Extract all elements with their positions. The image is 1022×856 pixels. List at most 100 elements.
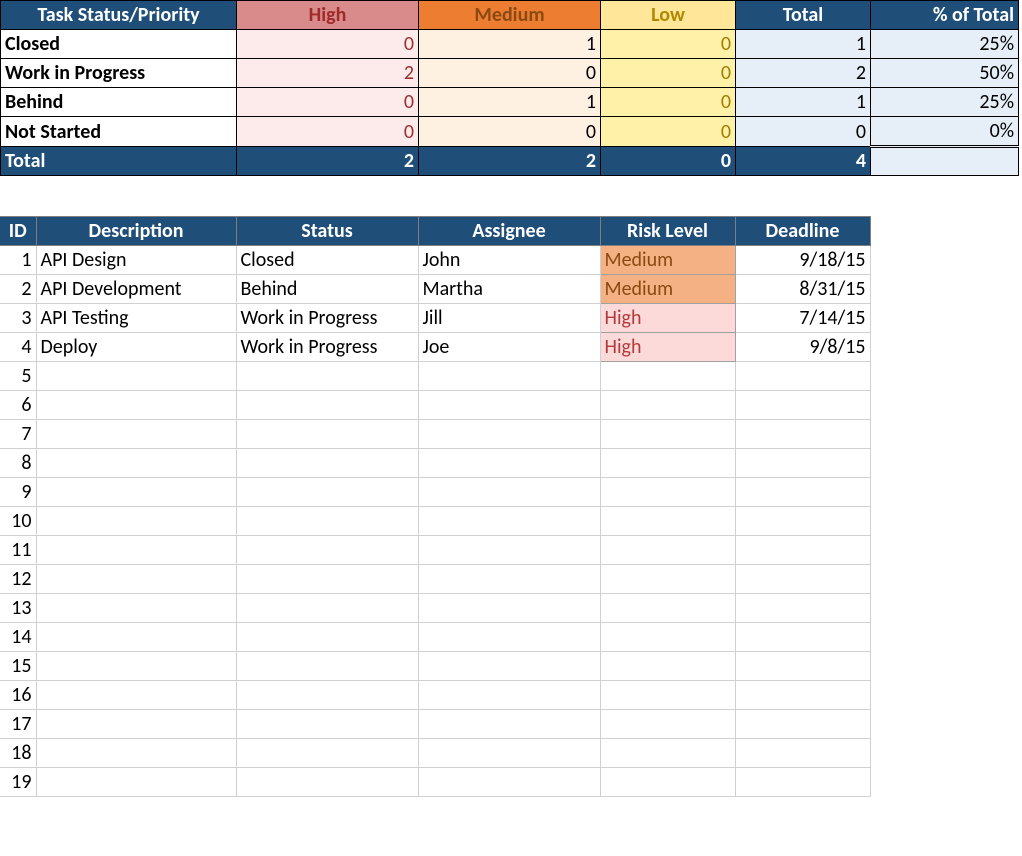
detail-cell-risk[interactable] <box>600 652 735 681</box>
summary-cell-low[interactable]: 0 <box>601 30 736 59</box>
detail-cell-assignee[interactable]: Jill <box>418 304 600 333</box>
detail-cell-deadline[interactable] <box>735 507 870 536</box>
detail-cell-deadline[interactable] <box>735 710 870 739</box>
detail-cell-risk[interactable] <box>600 681 735 710</box>
detail-cell-description[interactable]: Deploy <box>36 333 236 362</box>
detail-cell-assignee[interactable] <box>418 565 600 594</box>
detail-cell-id[interactable]: 8 <box>0 449 36 478</box>
detail-cell-risk[interactable] <box>600 623 735 652</box>
detail-cell-deadline[interactable] <box>735 449 870 478</box>
detail-cell-deadline[interactable] <box>735 391 870 420</box>
detail-cell-deadline[interactable] <box>735 565 870 594</box>
detail-cell-description[interactable] <box>36 768 236 797</box>
detail-cell-status[interactable]: Closed <box>236 246 418 275</box>
detail-cell-id[interactable]: 14 <box>0 623 36 652</box>
summary-cell-medium[interactable]: 1 <box>419 88 601 117</box>
detail-cell-status[interactable] <box>236 739 418 768</box>
detail-cell-id[interactable]: 18 <box>0 739 36 768</box>
detail-cell-risk[interactable]: Medium <box>600 246 735 275</box>
detail-cell-assignee[interactable] <box>418 536 600 565</box>
detail-cell-risk[interactable] <box>600 507 735 536</box>
detail-cell-assignee[interactable] <box>418 362 600 391</box>
detail-cell-description[interactable] <box>36 420 236 449</box>
detail-cell-status[interactable] <box>236 768 418 797</box>
summary-cell-high[interactable]: 0 <box>237 30 419 59</box>
detail-cell-id[interactable]: 6 <box>0 391 36 420</box>
detail-cell-status[interactable] <box>236 623 418 652</box>
detail-cell-status[interactable] <box>236 507 418 536</box>
detail-cell-status[interactable] <box>236 681 418 710</box>
detail-cell-status[interactable] <box>236 391 418 420</box>
detail-cell-status[interactable]: Work in Progress <box>236 333 418 362</box>
detail-cell-assignee[interactable] <box>418 652 600 681</box>
detail-cell-risk[interactable]: High <box>600 304 735 333</box>
summary-cell-medium[interactable]: 1 <box>419 30 601 59</box>
detail-cell-description[interactable] <box>36 391 236 420</box>
summary-cell-low[interactable]: 0 <box>601 88 736 117</box>
detail-cell-id[interactable]: 4 <box>0 333 36 362</box>
detail-cell-description[interactable] <box>36 710 236 739</box>
detail-cell-id[interactable]: 12 <box>0 565 36 594</box>
detail-cell-description[interactable]: API Development <box>36 275 236 304</box>
detail-cell-assignee[interactable] <box>418 623 600 652</box>
detail-cell-id[interactable]: 19 <box>0 768 36 797</box>
detail-cell-deadline[interactable]: 8/31/15 <box>735 275 870 304</box>
detail-cell-description[interactable]: API Testing <box>36 304 236 333</box>
detail-cell-status[interactable] <box>236 536 418 565</box>
summary-cell-low[interactable]: 0 <box>601 59 736 88</box>
detail-cell-id[interactable]: 15 <box>0 652 36 681</box>
detail-cell-assignee[interactable] <box>418 594 600 623</box>
summary-cell-total[interactable]: 1 <box>736 88 871 117</box>
detail-cell-description[interactable] <box>36 565 236 594</box>
detail-cell-risk[interactable] <box>600 710 735 739</box>
summary-cell-medium[interactable]: 0 <box>419 117 601 147</box>
summary-cell-total[interactable]: 2 <box>736 59 871 88</box>
detail-cell-description[interactable] <box>36 594 236 623</box>
detail-cell-risk[interactable] <box>600 768 735 797</box>
summary-cell-pct[interactable]: 50% <box>871 59 1019 88</box>
detail-cell-description[interactable] <box>36 623 236 652</box>
detail-cell-risk[interactable] <box>600 362 735 391</box>
detail-cell-id[interactable]: 17 <box>0 710 36 739</box>
detail-cell-description[interactable]: API Design <box>36 246 236 275</box>
detail-cell-assignee[interactable] <box>418 710 600 739</box>
detail-cell-deadline[interactable]: 9/8/15 <box>735 333 870 362</box>
detail-cell-assignee[interactable]: Martha <box>418 275 600 304</box>
detail-cell-deadline[interactable] <box>735 362 870 391</box>
detail-cell-deadline[interactable] <box>735 536 870 565</box>
detail-cell-risk[interactable] <box>600 449 735 478</box>
detail-cell-risk[interactable]: Medium <box>600 275 735 304</box>
summary-cell-total[interactable]: 1 <box>736 30 871 59</box>
detail-cell-description[interactable] <box>36 362 236 391</box>
detail-cell-assignee[interactable] <box>418 420 600 449</box>
summary-cell-pct[interactable]: 25% <box>871 30 1019 59</box>
detail-cell-id[interactable]: 11 <box>0 536 36 565</box>
detail-cell-deadline[interactable]: 9/18/15 <box>735 246 870 275</box>
detail-cell-status[interactable] <box>236 565 418 594</box>
detail-cell-id[interactable]: 3 <box>0 304 36 333</box>
detail-cell-description[interactable] <box>36 739 236 768</box>
detail-cell-risk[interactable] <box>600 594 735 623</box>
detail-cell-description[interactable] <box>36 507 236 536</box>
detail-cell-id[interactable]: 1 <box>0 246 36 275</box>
summary-cell-high[interactable]: 0 <box>237 117 419 147</box>
summary-cell-pct[interactable]: 0% <box>871 117 1019 147</box>
detail-cell-risk[interactable] <box>600 478 735 507</box>
detail-cell-deadline[interactable] <box>735 420 870 449</box>
detail-cell-id[interactable]: 5 <box>0 362 36 391</box>
detail-cell-risk[interactable] <box>600 739 735 768</box>
detail-cell-id[interactable]: 13 <box>0 594 36 623</box>
detail-cell-description[interactable] <box>36 449 236 478</box>
detail-cell-description[interactable] <box>36 681 236 710</box>
detail-cell-assignee[interactable]: Joe <box>418 333 600 362</box>
summary-cell-low[interactable]: 0 <box>601 117 736 147</box>
detail-cell-status[interactable] <box>236 449 418 478</box>
detail-cell-status[interactable] <box>236 594 418 623</box>
detail-cell-id[interactable]: 2 <box>0 275 36 304</box>
detail-cell-assignee[interactable] <box>418 739 600 768</box>
detail-cell-id[interactable]: 10 <box>0 507 36 536</box>
detail-cell-assignee[interactable] <box>418 391 600 420</box>
detail-cell-id[interactable]: 16 <box>0 681 36 710</box>
summary-cell-high[interactable]: 0 <box>237 88 419 117</box>
detail-cell-assignee[interactable] <box>418 768 600 797</box>
